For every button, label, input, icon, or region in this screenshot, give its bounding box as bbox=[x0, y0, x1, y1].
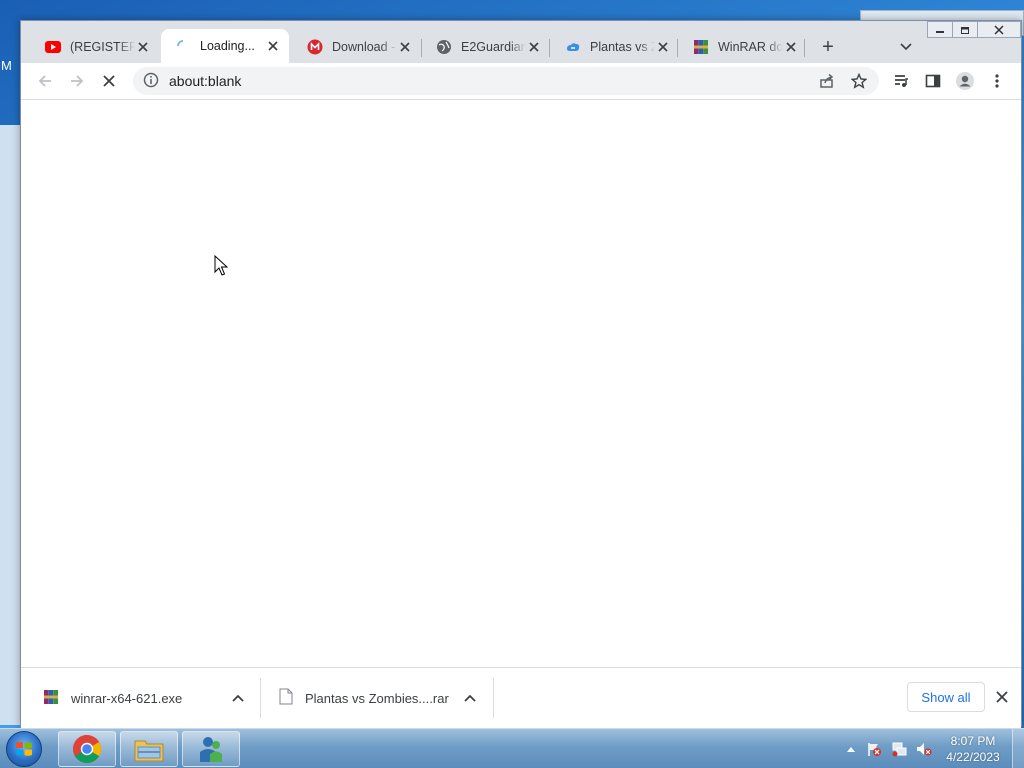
globe-icon bbox=[436, 39, 452, 55]
taskbar-network-app[interactable] bbox=[182, 731, 240, 767]
tab-title: E2Guardian bbox=[461, 40, 526, 54]
share-button[interactable] bbox=[813, 67, 841, 95]
close-icon bbox=[996, 691, 1008, 703]
show-hidden-icons-button[interactable] bbox=[843, 741, 859, 757]
tab-close-icon[interactable] bbox=[526, 39, 542, 55]
reading-list-button[interactable] bbox=[887, 67, 915, 95]
tab-youtube[interactable]: (REGISTERED bbox=[31, 31, 159, 63]
star-icon bbox=[851, 73, 867, 89]
chrome-icon bbox=[73, 735, 101, 763]
new-tab-button[interactable]: + bbox=[817, 36, 839, 58]
show-desktop-button[interactable] bbox=[1012, 729, 1024, 768]
arrow-left-icon bbox=[38, 75, 51, 87]
side-panel-button[interactable] bbox=[919, 67, 947, 95]
download-separator bbox=[493, 678, 494, 718]
tab-separator bbox=[677, 39, 678, 57]
tab-title: Plantas vs Z bbox=[590, 40, 655, 54]
download-separator bbox=[260, 678, 261, 718]
download-filename: Plantas vs Zombies....rar bbox=[305, 690, 449, 706]
windows-logo-icon bbox=[16, 741, 32, 756]
close-downloads-bar-button[interactable] bbox=[992, 687, 1012, 707]
chevron-down-icon bbox=[900, 43, 912, 51]
bookmark-button[interactable] bbox=[845, 67, 873, 95]
tab-winrar-download[interactable]: WinRAR dow bbox=[679, 31, 807, 63]
stop-icon bbox=[103, 75, 115, 87]
tab-close-icon[interactable] bbox=[783, 39, 799, 55]
youtube-icon bbox=[45, 39, 61, 55]
mouse-cursor bbox=[214, 254, 229, 280]
chevron-up-icon[interactable] bbox=[461, 689, 479, 707]
back-button[interactable] bbox=[31, 67, 59, 95]
mega-icon bbox=[307, 39, 323, 55]
desktop-text-fragment: M bbox=[1, 58, 12, 73]
download-filename: winrar-x64-621.exe bbox=[71, 690, 183, 706]
users-icon bbox=[200, 737, 222, 762]
volume-muted-icon[interactable] bbox=[916, 741, 932, 757]
winrar-icon bbox=[693, 39, 709, 55]
omnibox-url[interactable]: about:blank bbox=[169, 73, 241, 89]
chevron-up-icon[interactable] bbox=[229, 689, 247, 707]
info-icon[interactable] bbox=[143, 72, 159, 91]
tab-title: Loading... bbox=[200, 39, 255, 53]
tab-separator bbox=[804, 39, 805, 57]
tab-mega-download[interactable]: Download - bbox=[293, 31, 421, 63]
profile-button[interactable] bbox=[951, 67, 979, 95]
background-window-edge bbox=[0, 125, 22, 725]
start-button[interactable] bbox=[6, 731, 42, 767]
side-panel-icon bbox=[925, 74, 941, 88]
tab-separator bbox=[549, 39, 550, 57]
browser-window: (REGISTERED Loading... Download - bbox=[20, 20, 1022, 728]
forward-button[interactable] bbox=[63, 67, 91, 95]
tab-plantas-vs-zombies[interactable]: Plantas vs Z bbox=[551, 31, 679, 63]
network-icon[interactable] bbox=[891, 741, 907, 757]
tab-title: WinRAR dow bbox=[718, 40, 783, 54]
arrow-right-icon bbox=[71, 75, 84, 87]
omnibox[interactable]: about:blank bbox=[133, 67, 879, 95]
avatar-icon bbox=[956, 72, 974, 90]
tab-close-icon[interactable] bbox=[397, 39, 413, 55]
tab-title: Download - bbox=[332, 40, 396, 54]
menu-button[interactable] bbox=[983, 67, 1011, 95]
clock-time: 8:07 PM bbox=[950, 734, 996, 748]
download-item-winrar[interactable]: winrar-x64-621.exe bbox=[43, 668, 259, 728]
taskbar: 8:07 PM 4/22/2023 bbox=[0, 728, 1024, 768]
tab-e2guardian[interactable]: E2Guardian bbox=[422, 31, 550, 63]
tab-title: (REGISTERED bbox=[70, 40, 135, 54]
winrar-icon bbox=[43, 689, 59, 708]
folder-icon bbox=[134, 740, 164, 762]
taskbar-chrome[interactable] bbox=[58, 731, 116, 767]
tab-close-icon[interactable] bbox=[655, 39, 671, 55]
tab-close-icon[interactable] bbox=[135, 39, 151, 55]
tab-search-button[interactable] bbox=[896, 36, 916, 58]
stop-loading-button[interactable] bbox=[95, 67, 123, 95]
cloud-icon bbox=[565, 39, 581, 55]
pointer-icon bbox=[214, 254, 229, 276]
file-icon bbox=[279, 688, 293, 708]
more-vert-icon bbox=[995, 74, 999, 88]
queue-music-icon bbox=[895, 75, 908, 87]
taskbar-explorer[interactable] bbox=[120, 731, 178, 767]
chevron-up-icon bbox=[847, 747, 855, 752]
share-icon bbox=[820, 73, 834, 88]
spinner-icon bbox=[175, 38, 191, 54]
clock-date: 4/22/2023 bbox=[946, 750, 1000, 764]
download-item-plantas[interactable]: Plantas vs Zombies....rar bbox=[279, 668, 493, 728]
system-clock[interactable]: 8:07 PM 4/22/2023 bbox=[940, 733, 1006, 765]
browser-toolbar: about:blank bbox=[21, 63, 1021, 99]
tab-close-icon[interactable] bbox=[265, 38, 281, 54]
downloads-bar: winrar-x64-621.exe Plantas vs Zombies...… bbox=[21, 667, 1021, 728]
page-viewport[interactable] bbox=[21, 99, 1021, 667]
action-center-icon[interactable] bbox=[866, 741, 882, 757]
show-all-downloads-button[interactable]: Show all bbox=[907, 682, 985, 712]
